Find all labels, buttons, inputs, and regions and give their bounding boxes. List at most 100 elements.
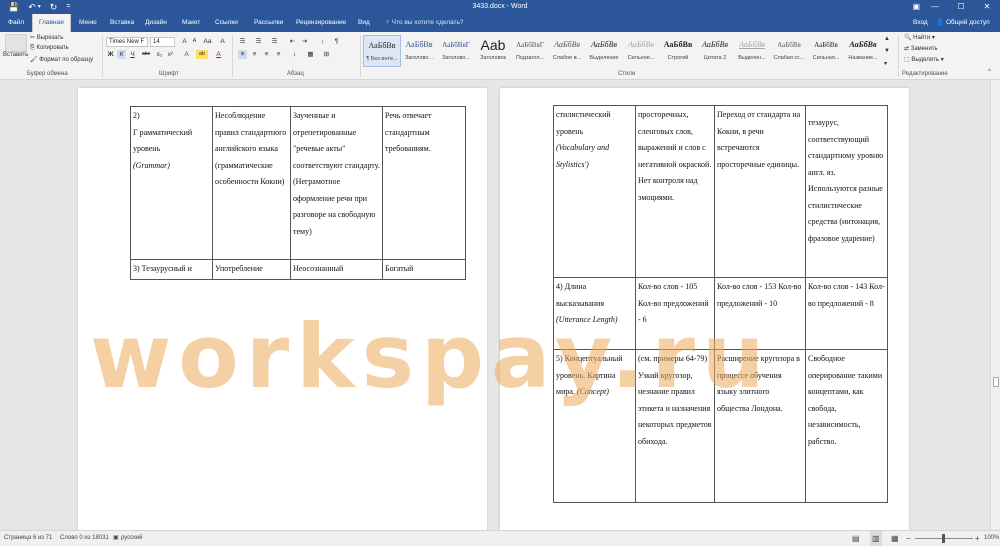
table-cell[interactable]: тезаурус, соответствующий стандартному у… — [805, 105, 888, 278]
tab-menu[interactable]: Меню — [79, 14, 97, 32]
ribbon-display-options-icon[interactable]: ▣ — [912, 0, 920, 14]
share-button[interactable]: Общий доступ — [946, 14, 990, 32]
web-layout-icon[interactable]: ▦ — [891, 531, 899, 546]
style-intense-quote[interactable]: АаБбВв Выделен... — [733, 35, 771, 67]
paste-icon[interactable] — [5, 34, 27, 52]
table-cell[interactable]: Несоблюдение правил стандартного английс… — [212, 106, 291, 260]
highlight-color-button[interactable]: ab — [196, 50, 208, 59]
zoom-out-button[interactable]: − — [906, 531, 911, 546]
tab-layout[interactable]: Макет — [182, 14, 200, 32]
vertical-scrollbar[interactable] — [990, 80, 1000, 530]
style-quote-2[interactable]: АаБбВв Цитата 2 — [696, 35, 734, 67]
table-cell[interactable]: Кол-во слов - 143 Кол-во предложений - 8 — [805, 277, 888, 350]
multilevel-list-button[interactable]: ☰ — [270, 37, 279, 46]
table-cell[interactable]: Богатый — [382, 259, 466, 280]
proofing-icon[interactable]: ▣ — [113, 531, 119, 546]
tab-insert[interactable]: Вставка — [110, 14, 134, 32]
decrease-indent-button[interactable]: ⇤ — [288, 37, 297, 46]
style-subtle-emphasis[interactable]: АаБбВв Слабое в... — [548, 35, 586, 67]
replace-button[interactable]: ⇄ Заменить — [904, 45, 938, 52]
table-cell[interactable]: (см. примеры 64-79) Узкий кругозор, незн… — [635, 349, 715, 503]
shading-button[interactable]: ▦ — [306, 50, 315, 59]
sign-in-link[interactable]: Вход — [913, 14, 928, 32]
close-button[interactable]: ✕ — [974, 0, 1000, 14]
table-cell[interactable]: Переход от стандарта на Кокни, в речи вс… — [714, 105, 806, 278]
page-left[interactable]: 2) Г рамматический уровень (Grammar) Нес… — [78, 88, 487, 530]
font-name-select[interactable]: Times New F — [106, 37, 148, 47]
sort-button[interactable]: ↕ — [318, 37, 327, 46]
align-center-button[interactable]: ≡ — [250, 50, 259, 59]
bold-button[interactable]: Ж — [106, 50, 115, 59]
align-left-button[interactable]: ≡ — [238, 50, 247, 59]
table-cell[interactable]: Свободное оперирование такими концептами… — [805, 349, 888, 503]
format-painter-button[interactable]: 🖌 Формат по образцу — [30, 56, 93, 63]
table-cell[interactable]: просторечных, сленговых слов, выражений … — [635, 105, 715, 278]
find-button[interactable]: 🔍 Найти ▾ — [904, 34, 935, 41]
justify-button[interactable]: ≡ — [274, 50, 283, 59]
undo-icon[interactable]: ↶ — [28, 0, 36, 14]
style-subtle-reference[interactable]: АаБбВв Слабая сс... — [770, 35, 808, 67]
font-size-select[interactable]: 14 — [150, 37, 175, 47]
style-emphasis[interactable]: АаБбВв Выделение — [585, 35, 623, 67]
bullets-button[interactable]: ☰ — [238, 37, 247, 46]
tab-review[interactable]: Рецензирование — [296, 14, 346, 32]
maximize-button[interactable]: ☐ — [948, 0, 974, 14]
paste-button[interactable]: Вставить — [3, 52, 28, 58]
print-layout-icon[interactable]: ▥ — [870, 531, 882, 546]
tab-references[interactable]: Ссылки — [215, 14, 238, 32]
styles-scroll-down-icon[interactable]: ▼ — [884, 48, 890, 54]
subscript-button[interactable]: x₂ — [155, 50, 164, 59]
word-counter[interactable]: Слово 0 из 18031 — [60, 531, 109, 546]
select-button[interactable]: ⬚ Выделить ▾ — [904, 56, 944, 63]
text-effects-button[interactable]: A — [182, 50, 191, 59]
style-strong[interactable]: АаБбВв Строгий — [659, 35, 697, 67]
redo-icon[interactable]: ↻ — [50, 0, 58, 14]
table-cell[interactable]: стилистический уровень (Vocabulary and S… — [553, 105, 636, 278]
font-color-button[interactable]: A — [214, 50, 223, 59]
document-area[interactable]: 2) Г рамматический уровень (Grammar) Нес… — [0, 80, 1000, 530]
style-heading-2[interactable]: АаБбВвГ Заголово... — [437, 35, 475, 67]
share-icon[interactable]: 👤 — [936, 14, 944, 32]
tab-design[interactable]: Дизайн — [145, 14, 167, 32]
page-counter[interactable]: Страница 6 из 71 — [4, 531, 52, 546]
numbering-button[interactable]: ☰ — [254, 37, 263, 46]
grow-font-button[interactable]: A — [180, 37, 189, 46]
tab-mailings[interactable]: Рассылки — [254, 14, 283, 32]
shrink-font-button[interactable]: A — [190, 37, 199, 46]
page-right[interactable]: стилистический уровень (Vocabulary and S… — [500, 88, 909, 530]
save-icon[interactable]: 💾 — [8, 0, 19, 14]
strikethrough-button[interactable]: abc — [140, 50, 152, 59]
copy-button[interactable]: ⎘ Копировать — [30, 45, 69, 52]
table-cell[interactable]: 5) Концептуальный уровень. Картина мира.… — [553, 349, 636, 503]
scrollbar-thumb[interactable] — [993, 377, 999, 387]
zoom-level[interactable]: 100% — [984, 531, 999, 546]
table-cell[interactable]: 3) Тезаурусный и — [130, 259, 213, 280]
collapse-ribbon-icon[interactable]: ^ — [988, 69, 991, 75]
zoom-slider-thumb[interactable] — [942, 534, 945, 543]
styles-scroll-up-icon[interactable]: ▲ — [884, 36, 890, 42]
change-case-button[interactable]: Aa — [203, 37, 212, 46]
styles-more-icon[interactable]: ▾ — [884, 60, 887, 67]
line-spacing-button[interactable]: ↕ — [290, 50, 299, 59]
style-intense-reference[interactable]: АаБбВв Сильная... — [807, 35, 845, 67]
clear-formatting-button[interactable]: A — [218, 37, 227, 46]
style-subtitle[interactable]: АаБбВвГ Подзагол... — [511, 35, 549, 67]
table-cell[interactable]: Кол-во слов - 105 Кол-во предложений - 6 — [635, 277, 715, 350]
style-heading-1[interactable]: АаБбВв Заголово... — [400, 35, 438, 67]
table-cell[interactable]: Употребление — [212, 259, 291, 280]
cut-button[interactable]: ✂ Вырезать — [30, 34, 63, 41]
increase-indent-button[interactable]: ⇥ — [300, 37, 309, 46]
tab-file[interactable]: Файл — [8, 14, 24, 32]
table-cell[interactable]: Кол-во слов - 153 Кол-во предложений - 1… — [714, 277, 806, 350]
table-cell[interactable]: Расширение кругозора в процессе обучения… — [714, 349, 806, 503]
underline-button[interactable]: Ч — [128, 50, 137, 59]
superscript-button[interactable]: x² — [166, 50, 175, 59]
style-book-title[interactable]: АаБбВв Название... — [844, 35, 882, 67]
tab-view[interactable]: Вид — [358, 14, 370, 32]
tab-home[interactable]: Главная — [32, 14, 71, 32]
show-marks-button[interactable]: ¶ — [332, 37, 341, 46]
read-mode-icon[interactable]: ▤ — [852, 531, 860, 546]
align-right-button[interactable]: ≡ — [262, 50, 271, 59]
style-no-spacing[interactable]: АаБбВв ¶ Без инте... — [363, 35, 401, 67]
undo-dropdown-icon[interactable]: ▾ — [38, 0, 41, 14]
